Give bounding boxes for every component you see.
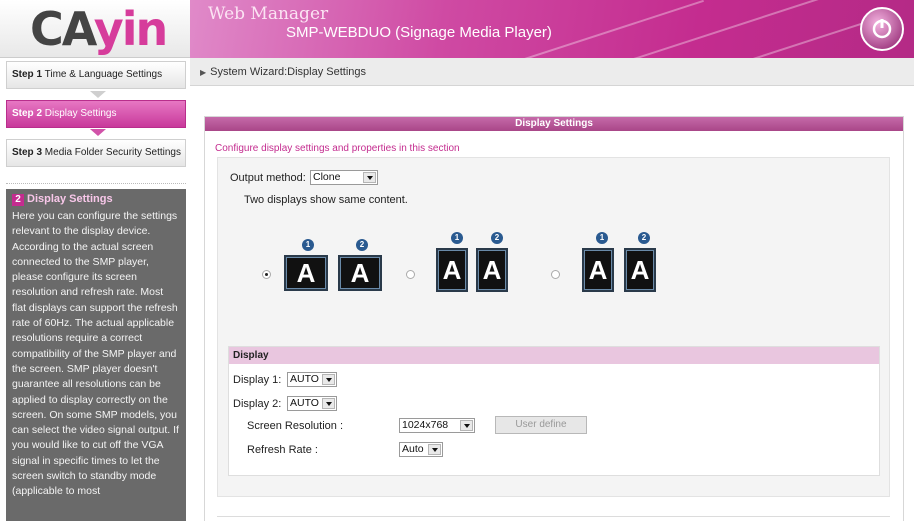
section-divider (217, 516, 890, 517)
monitor-2-badge: 2 (356, 239, 368, 251)
monitor-1-badge: 1 (302, 239, 314, 251)
refresh-rate-label: Refresh Rate : (247, 444, 318, 456)
display-section-header: Display (229, 347, 879, 364)
monitor-1-badge: 1 (596, 232, 608, 244)
output-settings-area: Output method: Clone Two displays show s… (217, 157, 890, 497)
output-method-select[interactable]: Clone (310, 170, 378, 185)
help-text: Here you can configure the settings rele… (12, 210, 179, 498)
dropdown-arrow-icon (322, 374, 335, 385)
panel-description: Configure display settings and propertie… (215, 143, 460, 154)
sidebar-step-1[interactable]: Step 1 Time & Language Settings (6, 61, 186, 89)
display-2-label: Display 2: (233, 398, 282, 410)
sidebar-step-3[interactable]: Step 3 Media Folder Security Settings (6, 139, 186, 167)
breadcrumb: ▶ System Wizard:Display Settings (190, 58, 914, 86)
app-title: Web Manager (208, 4, 329, 24)
monitor-2-badge: 2 (491, 232, 503, 244)
display-1-select[interactable]: AUTO (287, 372, 337, 387)
dropdown-arrow-icon (363, 172, 376, 183)
refresh-rate-select[interactable]: Auto (399, 442, 443, 457)
output-method-label: Output method: (230, 172, 306, 184)
layout-radio-1[interactable] (262, 270, 271, 279)
wizard-sidebar: Step 1 Time & Language Settings Step 2 D… (0, 58, 190, 521)
step-arrow-icon (90, 129, 106, 136)
monitor-1-badge: 1 (451, 232, 463, 244)
dropdown-arrow-icon (428, 444, 441, 455)
user-define-button[interactable]: User define (495, 416, 587, 434)
layout-radio-2[interactable] (406, 270, 415, 279)
logout-button[interactable] (860, 7, 904, 51)
divider (6, 183, 186, 184)
device-name: SMP-WEBDUO (Signage Media Player) (286, 24, 552, 41)
monitor-1: A (284, 255, 328, 291)
display-1-label: Display 1: (233, 374, 282, 386)
display-section: Display Display 1: AUTO Display 2: AUTO … (228, 346, 880, 476)
panel-title: Display Settings (205, 117, 903, 131)
display-settings-panel: Display Settings Configure display setti… (204, 116, 904, 521)
monitor-2: A (476, 248, 508, 292)
breadcrumb-arrow-icon: ▶ (200, 68, 207, 77)
output-note: Two displays show same content. (244, 194, 408, 206)
resolution-select[interactable]: 1024x768 (399, 418, 475, 433)
help-title: 2 Display Settings (12, 193, 180, 206)
layout-radio-3[interactable] (551, 270, 560, 279)
resolution-label: Screen Resolution : (247, 420, 343, 432)
monitor-2: A (338, 255, 382, 291)
display-2-select[interactable]: AUTO (287, 396, 337, 411)
dropdown-arrow-icon (322, 398, 335, 409)
help-panel: 2 Display Settings Here you can configure… (6, 189, 186, 521)
monitor-1: A (582, 248, 614, 292)
app-header: Web Manager SMP-WEBDUO (Signage Media Pl… (190, 0, 914, 58)
dropdown-arrow-icon (460, 420, 473, 431)
step-arrow-icon (90, 91, 106, 98)
power-icon (872, 19, 892, 39)
monitor-2: A (624, 248, 656, 292)
cayin-logo: CAyin (0, 0, 190, 58)
logo-wordmark: CAyin (30, 2, 168, 56)
monitor-2-badge: 2 (638, 232, 650, 244)
monitor-1: A (436, 248, 468, 292)
sidebar-step-2[interactable]: Step 2 Display Settings (6, 100, 186, 128)
